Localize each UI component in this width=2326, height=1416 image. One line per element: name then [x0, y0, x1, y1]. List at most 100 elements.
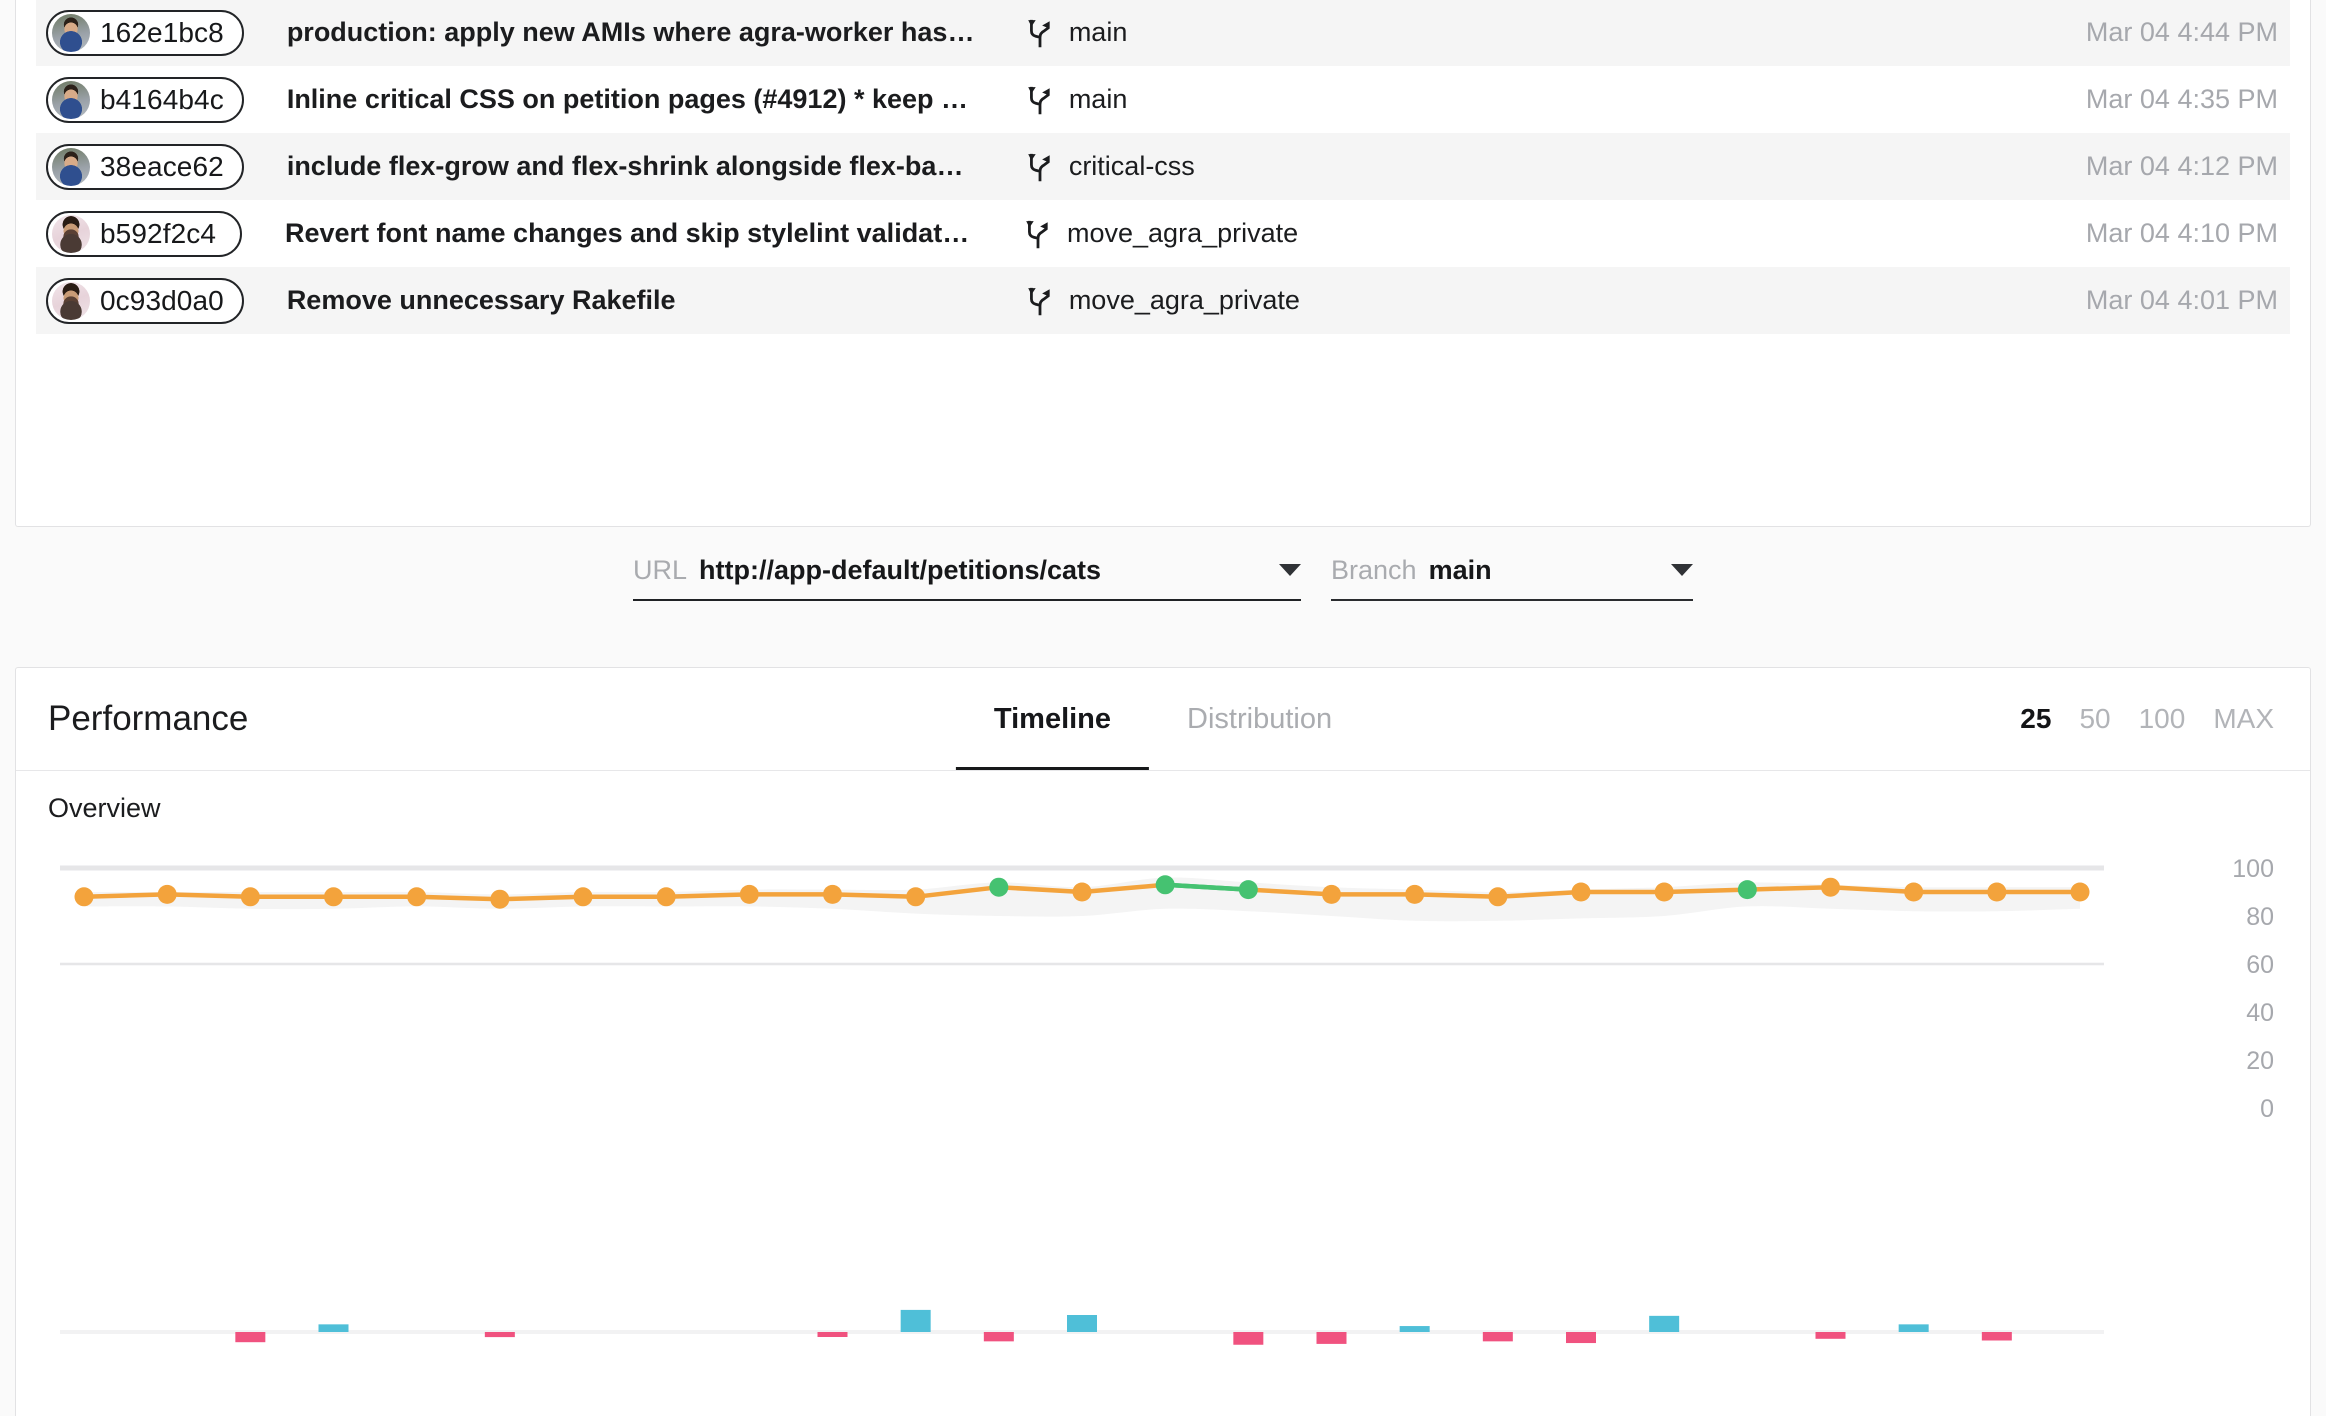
data-point[interactable]	[75, 887, 94, 906]
commit-timestamp: Mar 04 4:35 PM	[2086, 84, 2278, 115]
commit-sha: 38eace62	[100, 151, 224, 183]
data-point[interactable]	[1821, 878, 1840, 897]
table-row[interactable]: b592f2c4Revert font name changes and ski…	[36, 200, 2290, 267]
sample-count-25[interactable]: 25	[2020, 703, 2051, 735]
url-selector-label: URL	[633, 555, 687, 586]
delta-bar[interactable]	[818, 1332, 848, 1337]
delta-bar[interactable]	[485, 1332, 515, 1337]
commit-sha-chip[interactable]: b4164b4c	[46, 77, 244, 123]
commit-sha: 0c93d0a0	[100, 285, 224, 317]
delta-bar[interactable]	[1067, 1315, 1097, 1332]
commit-timestamp: Mar 04 4:12 PM	[2086, 151, 2278, 182]
data-point[interactable]	[1655, 883, 1674, 902]
commit-timestamp: Mar 04 4:44 PM	[2086, 17, 2278, 48]
commit-sha-chip[interactable]: 0c93d0a0	[46, 278, 244, 324]
delta-bar[interactable]	[1982, 1332, 2012, 1341]
commit-branch-name: critical-css	[1069, 151, 1195, 182]
data-point[interactable]	[490, 890, 509, 909]
data-point[interactable]	[1073, 883, 1092, 902]
y-axis-tick: 20	[2246, 1047, 2274, 1075]
delta-bar[interactable]	[1899, 1324, 1929, 1332]
table-row[interactable]: b4164b4cInline critical CSS on petition …	[36, 66, 2290, 133]
commit-sha: b4164b4c	[100, 84, 224, 116]
commit-sha-chip[interactable]: 38eace62	[46, 144, 244, 190]
delta-bar[interactable]	[1233, 1332, 1263, 1345]
delta-bar[interactable]	[319, 1324, 349, 1332]
data-point[interactable]	[241, 887, 260, 906]
commit-sha-chip[interactable]: 162e1bc8	[46, 10, 244, 56]
branch-selector-value: main	[1429, 555, 1492, 586]
delta-bar[interactable]	[1816, 1332, 1846, 1339]
data-point[interactable]	[1572, 883, 1591, 902]
y-axis-tick: 40	[2246, 999, 2274, 1027]
line-segment	[1415, 894, 1498, 896]
table-row[interactable]: 162e1bc8production: apply new AMIs where…	[36, 0, 2290, 66]
data-point[interactable]	[906, 887, 925, 906]
url-selector[interactable]: URL http://app-default/petitions/cats	[633, 545, 1301, 601]
commit-list: 162e1bc8production: apply new AMIs where…	[16, 0, 2310, 334]
data-point[interactable]	[1239, 880, 1258, 899]
delta-bar[interactable]	[984, 1332, 1014, 1341]
branch-selector[interactable]: Branch main	[1331, 545, 1693, 601]
commit-branch-name: move_agra_private	[1069, 285, 1300, 316]
delta-bar[interactable]	[1566, 1332, 1596, 1343]
commit-branch-name: main	[1069, 84, 1128, 115]
table-row[interactable]: 38eace62include flex-grow and flex-shrin…	[36, 133, 2290, 200]
table-row[interactable]: 0c93d0a0 Remove unnecessary Rakefile move_…	[36, 267, 2290, 334]
delta-bar[interactable]	[901, 1310, 931, 1332]
delta-bar[interactable]	[1400, 1326, 1430, 1332]
sample-count-max[interactable]: MAX	[2213, 703, 2274, 735]
chart-delta-bars	[60, 1310, 2104, 1345]
data-point[interactable]	[989, 878, 1008, 897]
sample-count-100[interactable]: 100	[2139, 703, 2186, 735]
commit-branch-name: main	[1069, 17, 1128, 48]
data-point[interactable]	[574, 887, 593, 906]
commit-branch-cell: main	[1027, 84, 1377, 115]
commit-timestamp: Mar 04 4:10 PM	[2086, 218, 2278, 249]
avatar	[52, 14, 90, 52]
delta-bar[interactable]	[235, 1332, 265, 1342]
sample-count-50[interactable]: 50	[2079, 703, 2110, 735]
delta-bar[interactable]	[1649, 1316, 1679, 1332]
data-point[interactable]	[823, 885, 842, 904]
performance-tabs: TimelineDistribution	[956, 668, 1370, 770]
data-point[interactable]	[1405, 885, 1424, 904]
y-axis-tick: 100	[2232, 858, 2274, 883]
delta-bar[interactable]	[1317, 1332, 1347, 1344]
data-point[interactable]	[1322, 885, 1341, 904]
branch-icon	[1027, 18, 1053, 48]
commit-sha: b592f2c4	[100, 218, 216, 250]
avatar	[52, 148, 90, 186]
commit-branch-cell: move_agra_private	[1027, 285, 1377, 316]
data-point[interactable]	[1738, 880, 1757, 899]
avatar	[52, 215, 90, 253]
performance-panel: Performance TimelineDistribution 2550100…	[15, 667, 2311, 1416]
data-point[interactable]	[1904, 883, 1923, 902]
data-point[interactable]	[740, 885, 759, 904]
chevron-down-icon[interactable]	[1279, 564, 1301, 576]
overview-section-label: Overview	[48, 793, 161, 824]
data-point[interactable]	[1156, 875, 1175, 894]
data-point[interactable]	[2071, 883, 2090, 902]
commit-sha-chip[interactable]: b592f2c4	[46, 211, 242, 257]
branch-icon	[1027, 85, 1053, 115]
data-point[interactable]	[1987, 883, 2006, 902]
line-segment	[1747, 887, 1830, 889]
data-point[interactable]	[407, 887, 426, 906]
tab-timeline[interactable]: Timeline	[956, 668, 1149, 770]
tab-distribution[interactable]: Distribution	[1149, 668, 1370, 770]
data-point[interactable]	[324, 887, 343, 906]
commit-branch-cell: main	[1027, 17, 1377, 48]
branch-selector-label: Branch	[1331, 555, 1417, 586]
line-segment	[666, 894, 749, 896]
commit-sha: 162e1bc8	[100, 17, 224, 49]
commit-message: Remove unnecessary Rakefile	[287, 285, 977, 316]
overview-chart[interactable]: 100806040200	[16, 858, 2310, 1416]
chart-y-axis: 100806040200	[2232, 858, 2274, 1123]
delta-bar[interactable]	[1483, 1332, 1513, 1341]
url-selector-value: http://app-default/petitions/cats	[699, 555, 1101, 586]
chevron-down-icon[interactable]	[1671, 564, 1693, 576]
data-point[interactable]	[657, 887, 676, 906]
data-point[interactable]	[158, 885, 177, 904]
data-point[interactable]	[1488, 887, 1507, 906]
